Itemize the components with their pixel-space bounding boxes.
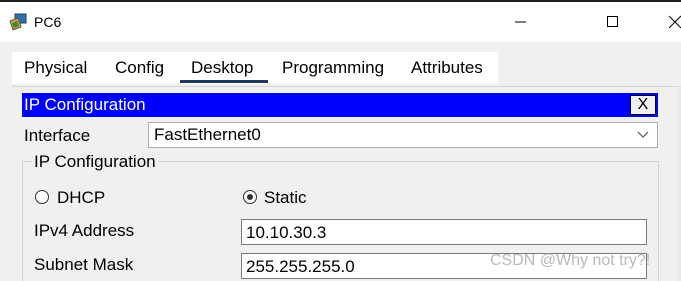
subnet-label: Subnet Mask [34, 255, 134, 274]
ipv4-value: 10.10.30.3 [246, 223, 327, 242]
maximize-icon [607, 16, 618, 27]
ipv4-address-input[interactable]: 10.10.30.3 [241, 219, 647, 245]
selected-tab-indicator [180, 80, 268, 83]
close-window-button[interactable] [650, 2, 681, 42]
window-title: PC6 [34, 14, 62, 30]
tab-config[interactable]: Config [115, 57, 164, 79]
interface-value: FastEthernet0 [154, 125, 261, 144]
dhcp-radio[interactable] [35, 190, 49, 204]
dhcp-label[interactable]: DHCP [57, 187, 105, 209]
minimize-button[interactable] [496, 2, 546, 42]
interface-label: Interface [24, 126, 91, 145]
watermark: CSDN @Why not try?! [490, 252, 651, 269]
tab-physical[interactable]: Physical [24, 57, 87, 79]
static-label[interactable]: Static [264, 187, 307, 209]
panel-divider [12, 86, 681, 87]
ipv4-label: IPv4 Address [34, 221, 135, 240]
interface-select[interactable]: FastEthernet0 [148, 122, 658, 148]
chevron-down-icon [637, 131, 649, 138]
window-titlebar: PC6 [0, 2, 681, 42]
radio-selected-dot [247, 194, 253, 200]
maximize-button[interactable] [588, 2, 638, 42]
ip-config-close-button[interactable]: X [630, 95, 656, 115]
group-title: IP Configuration [32, 152, 158, 172]
close-icon [668, 15, 681, 29]
ip-config-titlebar: IP Configuration [22, 93, 658, 117]
minimize-icon [515, 21, 526, 23]
pc-app-icon [9, 12, 29, 32]
tab-desktop[interactable]: Desktop [191, 57, 253, 79]
subnet-value: 255.255.255.0 [246, 257, 355, 276]
static-radio[interactable] [243, 190, 257, 204]
tab-attributes[interactable]: Attributes [411, 57, 483, 79]
tab-programming[interactable]: Programming [282, 57, 384, 79]
